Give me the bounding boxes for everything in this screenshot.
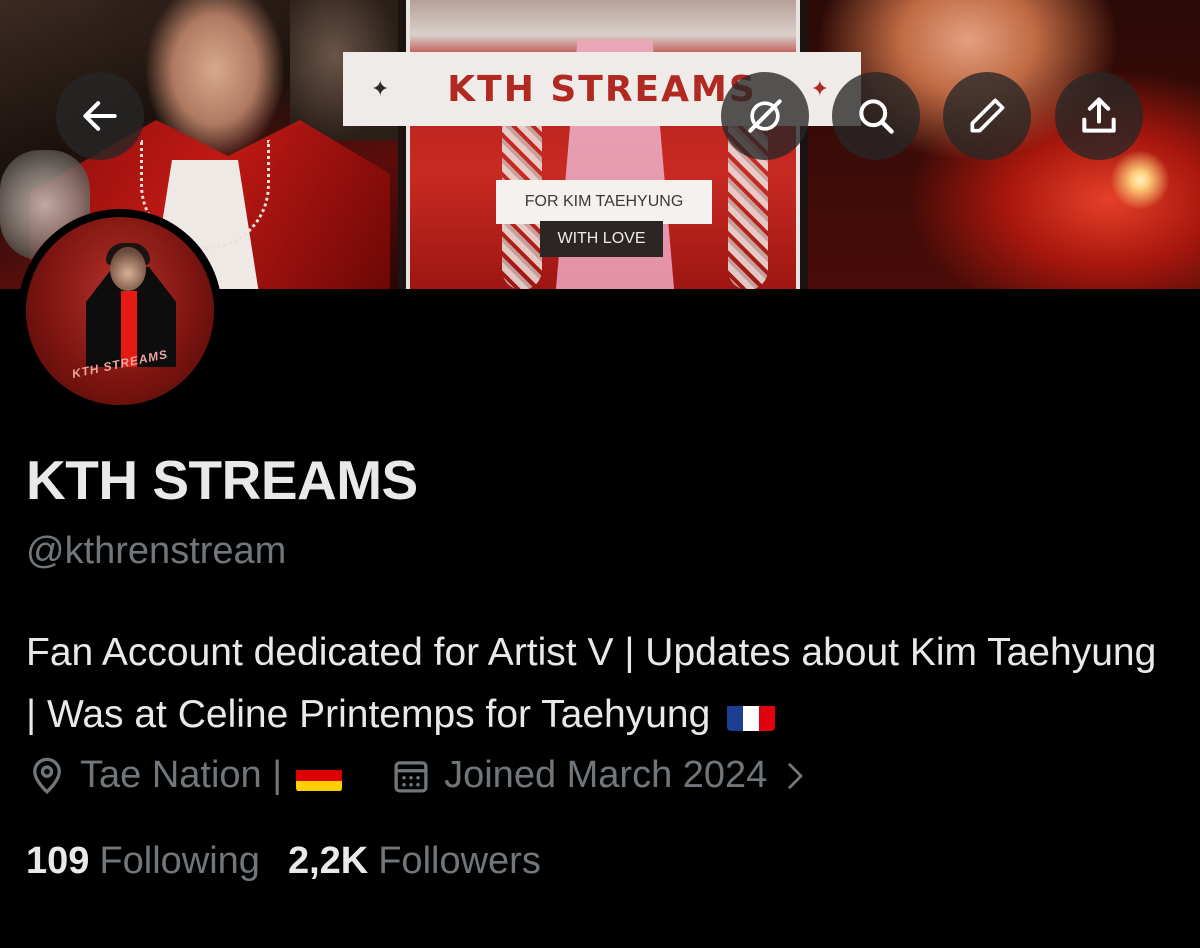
banner-title: KTH STREAMS (447, 68, 757, 110)
user-handle: @kthrenstream (26, 530, 287, 572)
sparkle-icon: ✦ (810, 76, 829, 101)
location: Tae Nation | (26, 754, 343, 797)
search-icon (859, 99, 894, 134)
pencil-icon (970, 98, 1005, 133)
bio: Fan Account dedicated for Artist V | Upd… (26, 622, 1176, 746)
grok-button[interactable] (721, 72, 809, 160)
bio-text: Fan Account dedicated for Artist V | Upd… (26, 631, 1157, 736)
avatar[interactable]: KTH STREAMS (18, 209, 222, 413)
share-icon (1082, 97, 1116, 133)
share-button[interactable] (1055, 72, 1143, 160)
following-label: Following (99, 840, 260, 882)
joined-date[interactable]: Joined March 2024 (390, 754, 823, 797)
banner-subtitle-tag: WITH LOVE (540, 221, 663, 257)
back-button[interactable] (56, 72, 144, 160)
calendar-icon (394, 760, 428, 793)
follow-stats: 109 Following 2,2K Followers (26, 840, 569, 883)
profile-meta: Tae Nation | Joined March 2024 (26, 754, 823, 797)
france-flag-icon (727, 697, 776, 731)
location-pin-icon (33, 757, 61, 794)
joined-text: Joined March 2024 (444, 754, 768, 796)
followers-count: 2,2K (287, 840, 369, 882)
followers-link[interactable]: 2,2K Followers (288, 840, 541, 883)
arrow-left-icon (83, 101, 117, 131)
edit-button[interactable] (943, 72, 1031, 160)
germany-flag-icon (296, 759, 343, 792)
grok-icon (748, 99, 782, 133)
sparkle-icon: ✦ (371, 76, 390, 101)
followers-label: Followers (378, 840, 541, 882)
following-link[interactable]: 109 Following (26, 840, 260, 883)
display-name: KTH STREAMS (26, 449, 418, 511)
search-button[interactable] (832, 72, 920, 160)
banner-subtitle: FOR KIM TAEHYUNG (496, 180, 712, 224)
location-text: Tae Nation | (80, 754, 283, 796)
following-count: 109 (26, 840, 90, 882)
chevron-right-icon (788, 762, 803, 789)
